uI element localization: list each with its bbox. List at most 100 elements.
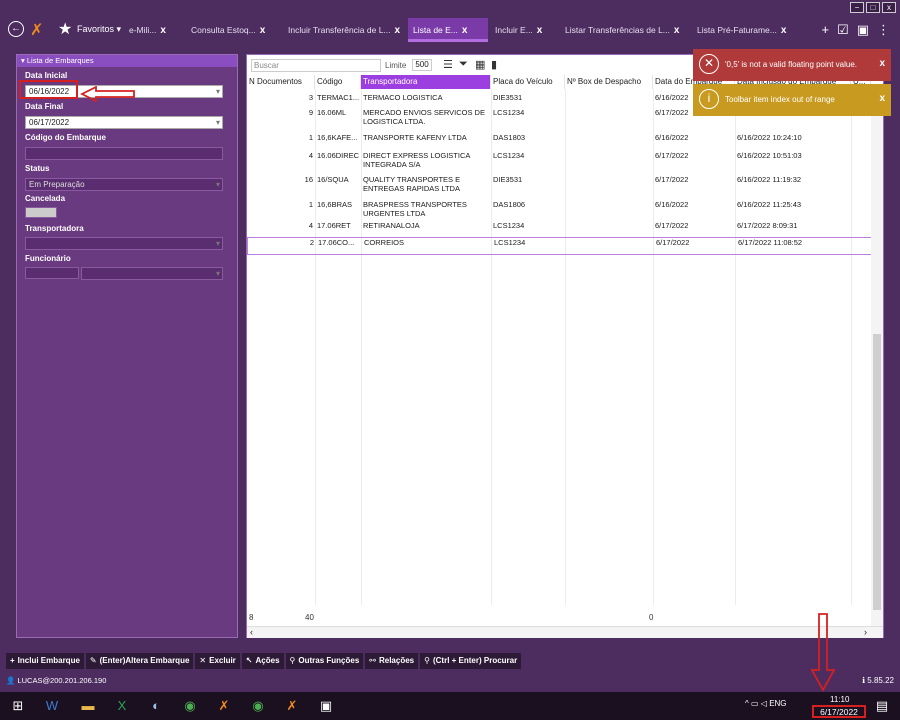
cell-codigo: 16,6KAFE...	[317, 134, 358, 142]
notifications-icon[interactable]: ▤	[874, 698, 890, 714]
favorites-menu[interactable]: Favoritos ▾	[77, 24, 121, 35]
table-row[interactable]: 16 16/SQUA QUALITY TRANSPORTES E ENTREGAS …	[247, 175, 873, 199]
chevron-down-icon[interactable]: ▾	[216, 238, 220, 249]
horizontal-scrollbar[interactable]: ‹ ›	[247, 626, 883, 638]
close-tab-icon[interactable]: x	[395, 25, 401, 36]
save-icon[interactable]: ▮	[491, 58, 497, 71]
scroll-right-icon[interactable]: ›	[864, 627, 867, 637]
filter-icon[interactable]: ⏷	[459, 58, 468, 71]
clock-date[interactable]: 6/17/2022	[812, 705, 866, 718]
table-row[interactable]: 1 16,6KAFE... TRANSPORTE KAFENY LTDA DAS180…	[247, 133, 873, 150]
vertical-scroll-thumb[interactable]	[873, 334, 881, 610]
chrome-icon[interactable]: ◉	[250, 698, 266, 714]
app-window: − □ x ← ✗ ★ Favoritos ▾ e-Mili... x Consu…	[0, 0, 900, 692]
col-codigo[interactable]: Código	[315, 75, 361, 89]
grid-footer: 8 40 0	[247, 613, 873, 625]
close-tab-icon[interactable]: x	[462, 25, 468, 36]
action-button-4[interactable]: ⚲ Outras Funções	[285, 653, 364, 669]
codigo-embarque-input[interactable]	[25, 147, 223, 160]
list-icon[interactable]: ☰	[443, 58, 453, 71]
chevron-down-icon[interactable]: ▾	[216, 117, 220, 128]
app-logo-icon[interactable]: ✗	[284, 698, 300, 714]
close-tab-icon[interactable]: x	[260, 25, 266, 36]
tab-lista-embarques[interactable]: Lista de E... x	[408, 18, 488, 42]
tab-lista-pre-faturamento[interactable]: Lista Pré-Faturame... x	[692, 18, 786, 42]
cell-placa: DAS1806	[493, 201, 526, 209]
chevron-down-icon[interactable]: ▾	[216, 179, 220, 190]
minimize-button[interactable]: −	[850, 2, 864, 13]
table-row[interactable]: 2 17.06CO... CORREIOS LCS1234 6/17/2022 6/17/…	[247, 237, 873, 255]
action-button-5[interactable]: ⚯ Relações	[365, 653, 419, 669]
clipboard-icon[interactable]: ☑	[837, 22, 849, 38]
transportadora-label: Transportadora	[25, 224, 84, 233]
error-message: '0,5' is not a valid floating point valu…	[725, 60, 858, 69]
chevron-down-icon[interactable]: ▾	[216, 268, 220, 279]
status-select[interactable]: Em Preparação ▾	[25, 178, 223, 191]
close-window-button[interactable]: x	[882, 2, 896, 13]
close-toast-icon[interactable]: x	[879, 93, 885, 104]
funcionario-select[interactable]: ▾	[81, 267, 223, 280]
clock-time[interactable]: 11:10	[830, 695, 849, 704]
more-icon[interactable]: ⋮	[877, 22, 890, 38]
cell-inclusao: 6/16/2022 10:24:10	[737, 134, 802, 142]
close-toast-icon[interactable]: x	[879, 58, 885, 69]
data-final-field[interactable]: 06/17/2022 ▾	[25, 116, 223, 129]
tab-emili[interactable]: e-Mili... x	[124, 18, 166, 42]
app-icon[interactable]: ◐	[148, 698, 164, 714]
table-row[interactable]: 4 17.06RET RETIRANALOJA LCS1234 6/17/2022 6/1…	[247, 221, 873, 236]
word-icon[interactable]: W	[44, 698, 60, 714]
chevron-down-icon[interactable]: ▾	[216, 86, 220, 97]
volume-icon[interactable]: ◁	[761, 699, 767, 708]
action-icon: ✕	[199, 656, 207, 665]
close-tab-icon[interactable]: x	[537, 25, 543, 36]
tab-incluir-transferencia[interactable]: Incluir Transferência de L... x	[283, 18, 400, 42]
maximize-button[interactable]: □	[866, 2, 880, 13]
transportadora-select[interactable]: ▾	[25, 237, 223, 250]
col-transportadora[interactable]: Transportadora	[361, 75, 491, 89]
action-button-0[interactable]: + Inclui Embarque	[6, 653, 84, 669]
app-logo-icon[interactable]: ✗	[216, 698, 232, 714]
scroll-left-icon[interactable]: ‹	[250, 627, 253, 637]
network-icon[interactable]: ▭	[751, 699, 759, 708]
warning-message: Toolbar item index out of range	[725, 95, 835, 104]
language-indicator[interactable]: ENG	[769, 699, 786, 708]
col-placa[interactable]: Placa do Veículo	[491, 75, 565, 89]
annotation-arrow-left	[80, 86, 135, 102]
close-tab-icon[interactable]: x	[674, 25, 680, 36]
remote-app-icon[interactable]: ▣	[318, 698, 334, 714]
search-input[interactable]: Buscar	[251, 59, 381, 72]
add-tab-icon[interactable]: +	[821, 22, 829, 38]
action-button-2[interactable]: ✕ Excluir	[195, 653, 240, 669]
chat-icon[interactable]: ▣	[857, 22, 869, 38]
cell-n: 16	[304, 176, 313, 184]
limit-label: Limite	[385, 61, 407, 70]
file-explorer-icon[interactable]: ▬	[80, 698, 96, 714]
excel-icon[interactable]: X	[114, 698, 130, 714]
tab-consulta-estoque[interactable]: Consulta Estoq... x	[186, 18, 265, 42]
table-row[interactable]: 4 16.06DIREC DIRECT EXPRESS LOGISTICA INTE…	[247, 151, 873, 174]
columns-icon[interactable]: ▦	[475, 58, 485, 71]
action-button-1[interactable]: ✎ (Enter)Altera Embarque	[85, 653, 194, 669]
cell-transp: RETIRANALOJA	[363, 222, 420, 230]
filter-panel-header[interactable]: ▾ Lista de Embarques	[17, 55, 237, 67]
col-n-documentos[interactable]: N Documentos	[247, 75, 315, 89]
funcionario-code-input[interactable]	[25, 267, 79, 279]
chevron-up-icon[interactable]: ^	[745, 699, 749, 708]
tab-incluir-embarque[interactable]: Incluir E... x	[490, 18, 542, 42]
action-button-6[interactable]: ⚲ (Ctrl + Enter) Procurar	[420, 653, 522, 669]
cancelada-toggle[interactable]	[25, 207, 57, 218]
tab-listar-transferencias[interactable]: Listar Transferências de L... x	[560, 18, 679, 42]
close-tab-icon[interactable]: x	[160, 25, 166, 36]
star-icon[interactable]: ★	[58, 19, 72, 39]
cell-inclusao: 6/17/2022 8:09:31	[737, 222, 798, 230]
col-box-despacho[interactable]: Nº Box de Despacho	[565, 75, 653, 89]
action-button-3[interactable]: ↖ Ações	[241, 653, 284, 669]
chrome-icon[interactable]: ◉	[182, 698, 198, 714]
close-tab-icon[interactable]: x	[781, 25, 787, 36]
back-arrow-icon[interactable]: ←	[8, 21, 24, 37]
windows-start-icon[interactable]: ⊞	[10, 698, 26, 714]
table-row[interactable]: 1 16,6BRAS BRASPRESS TRANSPORTES URGENTES …	[247, 200, 873, 220]
vertical-scrollbar[interactable]	[871, 89, 883, 626]
limit-input[interactable]: 500	[412, 59, 432, 71]
annotation-arrow-down	[810, 613, 836, 692]
